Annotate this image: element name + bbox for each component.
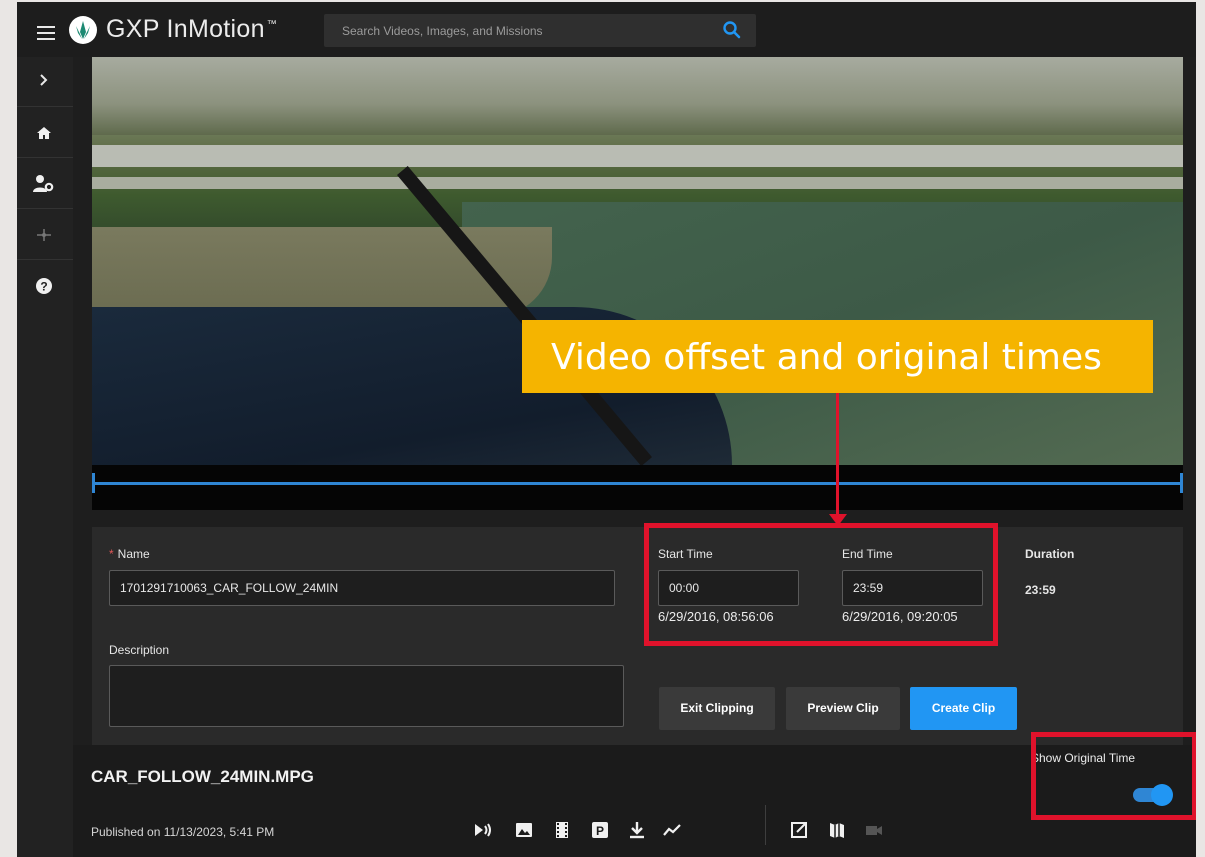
video-player[interactable] [92, 57, 1183, 465]
svg-text:?: ? [40, 280, 47, 294]
name-label: * Name [109, 547, 150, 561]
search-input[interactable]: Search Videos, Images, and Missions [342, 24, 543, 38]
sidebar-item-expand[interactable] [17, 57, 73, 107]
help-icon: ? [36, 278, 52, 294]
sidebar-item-user-settings[interactable] [17, 159, 73, 209]
annotation-callout: Video offset and original times [522, 320, 1153, 393]
description-field[interactable] [109, 665, 624, 727]
video-camera-icon[interactable] [863, 819, 885, 841]
sidebar-item-help[interactable]: ? [17, 261, 73, 311]
video-filename: CAR_FOLLOW_24MIN.MPG [91, 767, 314, 786]
callout-arrow [836, 393, 839, 516]
duration-label: Duration [1025, 547, 1075, 561]
sidebar-item-network[interactable] [17, 210, 73, 260]
gxp-logo-icon [69, 16, 97, 44]
toolbar-divider [765, 805, 766, 845]
exit-clipping-button[interactable]: Exit Clipping [659, 687, 775, 730]
create-clip-button[interactable]: Create Clip [910, 687, 1017, 730]
top-bar: GXP InMotion ™ Search Videos, Images, and… [17, 2, 1196, 57]
map-icon[interactable] [826, 819, 848, 841]
published-date: Published on 11/13/2023, 5:41 PM [91, 825, 275, 839]
timeline-end-handle[interactable] [1180, 473, 1183, 493]
parking-icon[interactable]: P [589, 819, 611, 841]
download-icon[interactable] [626, 819, 648, 841]
chevron-right-icon [40, 74, 48, 86]
user-settings-icon [33, 175, 54, 192]
app-window: GXP InMotion ™ Search Videos, Images, and… [17, 2, 1196, 857]
image-icon[interactable] [513, 819, 535, 841]
hamburger-icon[interactable] [37, 26, 55, 40]
preview-clip-button[interactable]: Preview Clip [786, 687, 900, 730]
open-external-icon[interactable] [788, 819, 810, 841]
film-icon[interactable] [551, 819, 573, 841]
name-field[interactable]: 1701291710063_CAR_FOLLOW_24MIN [109, 570, 615, 606]
timeline-range[interactable] [92, 482, 1183, 485]
video-info-bar: CAR_FOLLOW_24MIN.MPG Published on 11/13/… [73, 745, 1196, 857]
duration-value: 23:59 [1025, 583, 1056, 597]
home-icon [37, 127, 51, 139]
chart-line-icon[interactable] [661, 819, 683, 841]
network-icon [37, 229, 51, 241]
svg-text:P: P [596, 824, 604, 838]
clip-timeline[interactable] [92, 465, 1183, 510]
brand-title[interactable]: GXP InMotion ™ [106, 15, 277, 44]
callout-arrow-head [829, 514, 847, 526]
timeline-start-handle[interactable] [92, 473, 95, 493]
clip-form: * Name 1701291710063_CAR_FOLLOW_24MIN Des… [92, 527, 1183, 745]
search-icon[interactable] [722, 20, 742, 45]
play-audio-icon[interactable] [472, 819, 494, 841]
description-label: Description [109, 643, 170, 657]
sidebar: ? [17, 57, 73, 857]
search-bar[interactable]: Search Videos, Images, and Missions [324, 14, 756, 47]
highlight-times-box [644, 523, 998, 646]
highlight-toggle-box [1031, 732, 1196, 820]
sidebar-item-home[interactable] [17, 108, 73, 158]
